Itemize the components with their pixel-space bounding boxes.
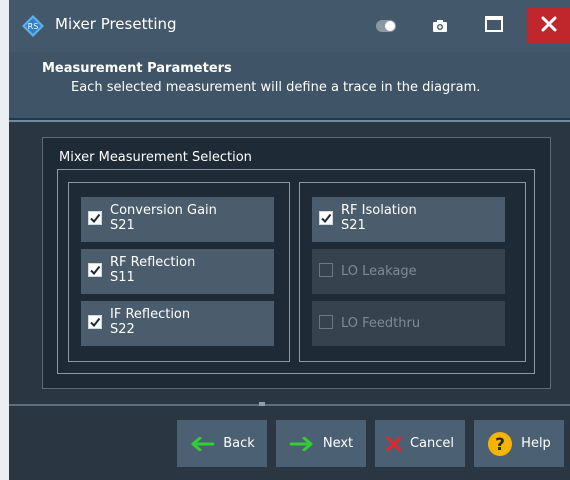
rf-isolation-label: RF Isolation S21 <box>341 203 417 233</box>
cancel-label: Cancel <box>409 436 455 451</box>
toggle-button[interactable] <box>364 12 408 40</box>
lo-leakage-checkbox <box>319 263 333 277</box>
header-divider <box>9 120 570 122</box>
rf-reflection-label: RF Reflection S11 <box>110 255 196 285</box>
meas-rf-reflection[interactable]: RF Reflection S11 <box>81 249 274 294</box>
arrow-right-icon <box>289 436 315 451</box>
meas-if-reflection[interactable]: IF Reflection S22 <box>81 301 274 346</box>
right-column: RF Isolation S21 LO Leakage LO Feedthru <box>299 182 526 362</box>
section-title: Measurement Parameters <box>42 61 232 76</box>
next-button[interactable]: Next <box>276 420 366 467</box>
lo-feedthru-label: LO Feedthru <box>341 316 421 331</box>
mixer-measurement-group: Conversion Gain S21 RF Reflection S11 IF… <box>57 169 535 374</box>
check-icon <box>90 213 101 224</box>
if-reflection-checkbox[interactable] <box>88 315 102 329</box>
back-button[interactable]: Back <box>177 420 267 467</box>
if-reflection-label: IF Reflection S22 <box>110 307 191 337</box>
maximize-button[interactable] <box>472 12 516 40</box>
help-label: Help <box>521 436 551 451</box>
rf-reflection-checkbox[interactable] <box>88 263 102 277</box>
rs-logo-icon: RS <box>21 14 45 38</box>
check-icon <box>90 317 101 328</box>
rf-isolation-checkbox[interactable] <box>319 211 333 225</box>
footer-divider <box>9 404 570 406</box>
help-button[interactable]: ? Help <box>474 420 564 467</box>
meas-lo-leakage: LO Leakage <box>312 249 505 294</box>
help-icon: ? <box>487 431 513 457</box>
check-icon <box>90 265 101 276</box>
camera-icon <box>433 17 447 36</box>
footer-marker <box>259 402 265 406</box>
lo-feedthru-checkbox <box>319 315 333 329</box>
cancel-button[interactable]: Cancel <box>375 420 465 467</box>
meas-conversion-gain[interactable]: Conversion Gain S21 <box>81 197 274 242</box>
svg-text:?: ? <box>495 435 505 455</box>
lo-leakage-label: LO Leakage <box>341 264 417 279</box>
cross-icon <box>386 436 402 452</box>
mixer-presetting-dialog: RS Mixer Presetting Measurement Paramete… <box>9 0 570 480</box>
meas-lo-feedthru: LO Feedthru <box>312 301 505 346</box>
svg-text:RS: RS <box>28 22 39 31</box>
title-bar: RS Mixer Presetting <box>9 0 570 52</box>
left-column: Conversion Gain S21 RF Reflection S11 IF… <box>68 182 290 362</box>
arrow-left-icon <box>189 436 215 451</box>
header-band: Measurement Parameters Each selected mea… <box>9 52 570 118</box>
group-label: Mixer Measurement Selection <box>59 150 252 165</box>
close-button[interactable] <box>527 8 570 44</box>
screenshot-button[interactable] <box>418 12 462 40</box>
conversion-gain-checkbox[interactable] <box>88 211 102 225</box>
check-icon <box>321 213 332 224</box>
window-title: Mixer Presetting <box>55 15 177 33</box>
meas-rf-isolation[interactable]: RF Isolation S21 <box>312 197 505 242</box>
maximize-icon <box>485 16 503 36</box>
conversion-gain-label: Conversion Gain S21 <box>110 203 217 233</box>
toggle-icon <box>376 17 396 36</box>
next-label: Next <box>322 436 354 451</box>
close-icon <box>541 16 557 36</box>
section-subtitle: Each selected measurement will define a … <box>71 80 481 95</box>
back-label: Back <box>223 436 255 451</box>
measurement-panel: Mixer Measurement Selection Conversion G… <box>42 137 551 389</box>
